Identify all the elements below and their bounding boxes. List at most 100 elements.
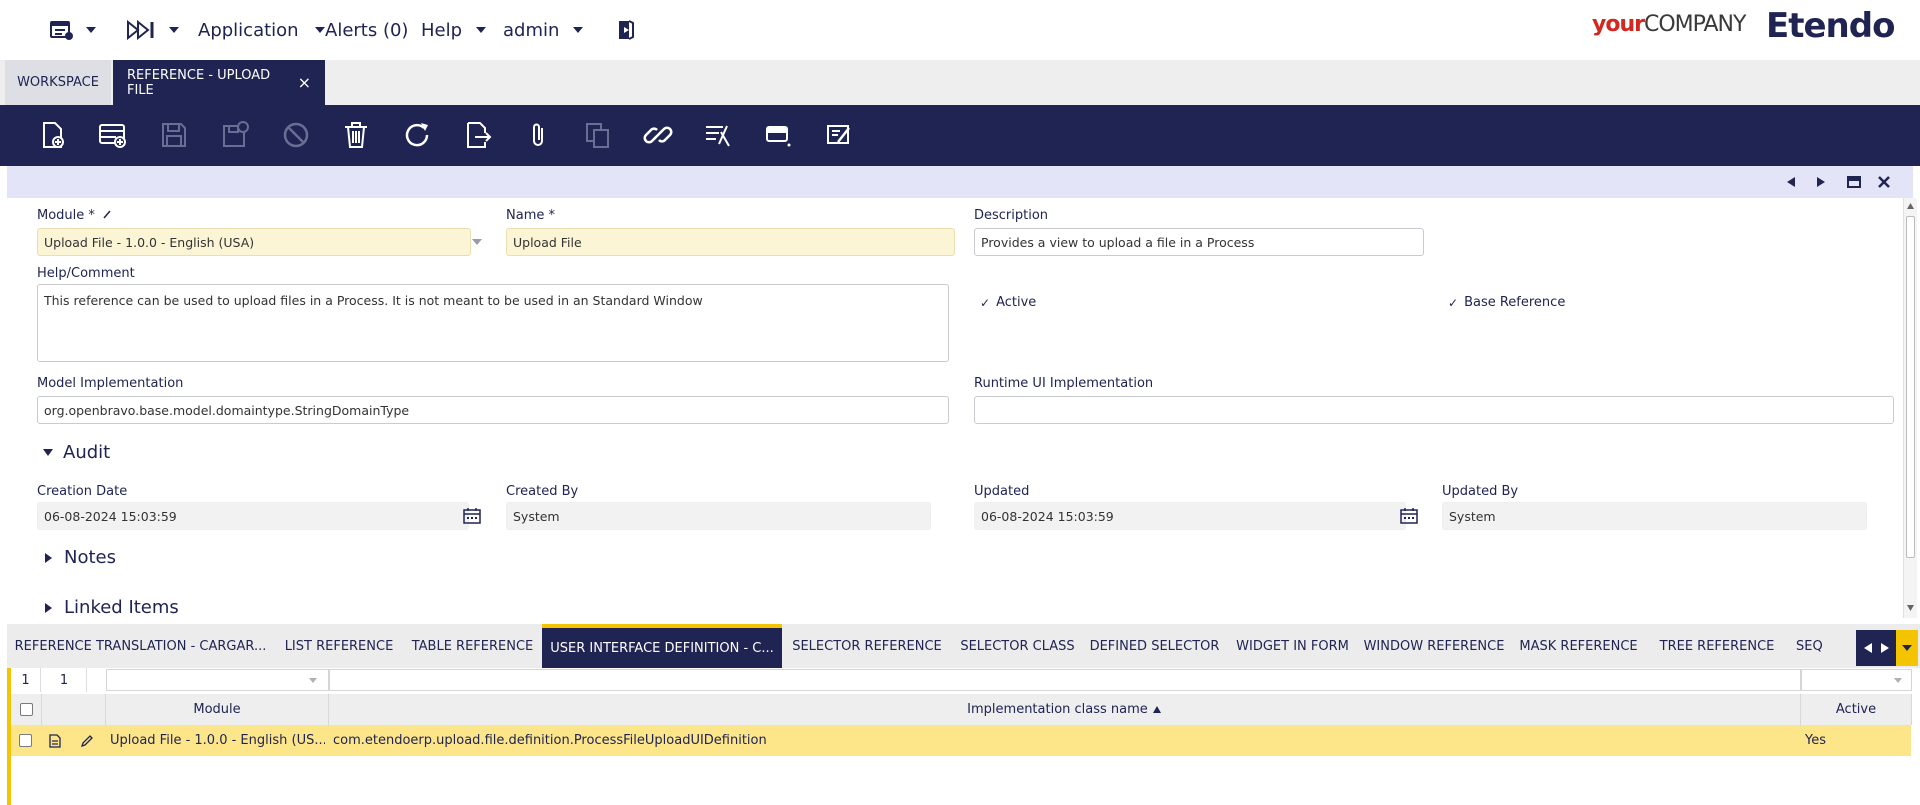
save-button[interactable] <box>156 117 192 153</box>
tab-scroll-buttons <box>1856 630 1896 666</box>
column-header-module[interactable]: Module <box>106 694 329 725</box>
scroll-tabs-right-icon[interactable] <box>1880 642 1890 654</box>
tab-selector-class[interactable]: SELECTOR CLASS <box>952 624 1083 668</box>
notes-section-header[interactable]: Notes <box>45 547 116 568</box>
base-reference-label: Base Reference <box>1464 295 1566 310</box>
audit-section-header[interactable]: Audit <box>43 442 110 463</box>
audit-trail-button[interactable] <box>700 117 736 153</box>
tab-widget-in-form[interactable]: WIDGET IN FORM <box>1226 624 1359 668</box>
help-menu[interactable]: Help <box>421 0 487 60</box>
sort-ascending-icon <box>1152 706 1161 713</box>
tab-mask-reference[interactable]: MASK REFERENCE <box>1509 624 1648 668</box>
tab-workspace[interactable]: WORKSPACE <box>5 60 111 105</box>
application-menu-label: Application <box>198 19 299 41</box>
tab-menu-button[interactable] <box>1896 630 1918 666</box>
updated-by-label: Updated By <box>1442 484 1519 499</box>
description-field[interactable]: Provides a view to upload a file in a Pr… <box>974 228 1424 256</box>
undo-button[interactable] <box>278 117 314 153</box>
logout-icon <box>619 20 634 40</box>
link-button[interactable] <box>640 117 676 153</box>
updated-label: Updated <box>974 484 1030 499</box>
new-document-button[interactable] <box>34 117 70 153</box>
row-checkbox[interactable] <box>19 734 32 747</box>
runtime-ui-field[interactable] <box>974 396 1894 424</box>
column-header-implementation[interactable]: Implementation class name <box>329 694 1801 725</box>
close-icon[interactable]: × <box>298 73 311 92</box>
calendar-icon[interactable] <box>1400 507 1418 524</box>
application-menu[interactable]: Application <box>198 0 325 60</box>
chevron-down-icon[interactable] <box>471 238 483 246</box>
implementation-filter-input[interactable] <box>329 669 1801 691</box>
tab-defined-selector[interactable]: DEFINED SELECTOR <box>1083 624 1226 668</box>
tab-tree-reference[interactable]: TREE REFERENCE <box>1648 624 1786 668</box>
model-implementation-field[interactable]: org.openbravo.base.model.domaintype.Stri… <box>37 396 949 424</box>
name-field[interactable]: Upload File <box>506 228 955 256</box>
tab-sequence[interactable]: SEQ <box>1786 624 1856 668</box>
tab-window-reference[interactable]: WINDOW REFERENCE <box>1359 624 1509 668</box>
tab-table-reference[interactable]: TABLE REFERENCE <box>404 624 541 668</box>
tab-user-interface-definition[interactable]: USER INTERFACE DEFINITION - C... <box>542 624 782 668</box>
base-reference-checkbox[interactable]: ✓ Base Reference <box>1448 295 1565 310</box>
row-actions-header <box>42 694 106 725</box>
active-checkbox[interactable]: ✓ Active <box>980 295 1036 310</box>
child-tab-navigation <box>1856 630 1918 666</box>
form-scrollbar[interactable] <box>1903 198 1917 618</box>
module-field[interactable]: Upload File - 1.0.0 - English (USA) <box>37 228 471 256</box>
copy-icon <box>586 123 609 148</box>
refresh-button[interactable] <box>399 117 435 153</box>
paperclip-icon <box>533 123 543 146</box>
next-record-icon[interactable] <box>1815 176 1827 188</box>
scroll-tabs-left-icon[interactable] <box>1863 642 1873 654</box>
chevron-down-icon[interactable] <box>1893 677 1903 684</box>
created-by-field[interactable]: System <box>506 502 931 530</box>
module-filter-input[interactable] <box>106 669 329 691</box>
calendar-icon[interactable] <box>463 507 481 524</box>
quick-create-menu[interactable] <box>127 0 179 60</box>
notes-button[interactable] <box>821 117 857 153</box>
logout-button[interactable] <box>615 0 639 60</box>
scroll-up-icon[interactable] <box>1906 202 1915 210</box>
maximize-icon[interactable] <box>1847 175 1861 189</box>
tab-reference-translation[interactable]: REFERENCE TRANSLATION - CARGAR... <box>7 624 274 668</box>
main-toolbar <box>0 105 1920 166</box>
new-row-button[interactable] <box>95 117 131 153</box>
edit-pencil-icon[interactable] <box>80 734 94 748</box>
attach-button[interactable] <box>520 117 556 153</box>
column-header-active[interactable]: Active <box>1801 694 1912 725</box>
user-menu[interactable]: admin <box>503 0 584 60</box>
form-navigation-bar <box>7 166 1913 198</box>
scrollbar-thumb[interactable] <box>1906 216 1915 558</box>
tab-list-reference[interactable]: LIST REFERENCE <box>274 624 404 668</box>
checkmark-icon: ✓ <box>980 295 991 310</box>
scroll-down-icon[interactable] <box>1906 604 1915 612</box>
form-view-icon <box>766 126 791 147</box>
updated-field[interactable]: 06-08-2024 15:03:59 <box>974 502 1406 530</box>
company-logo: yourCOMPANY <box>1592 12 1746 37</box>
linked-items-section-header[interactable]: Linked Items <box>45 597 179 618</box>
clone-button[interactable] <box>580 117 616 153</box>
creation-date-label: Creation Date <box>37 484 128 499</box>
table-row[interactable]: Upload File - 1.0.0 - English (US... com… <box>11 725 1911 756</box>
notes-icon <box>827 125 850 144</box>
chevron-down-icon[interactable] <box>308 677 318 684</box>
updated-by-field[interactable]: System <box>1442 502 1867 530</box>
document-icon[interactable] <box>49 734 61 748</box>
export-button[interactable] <box>460 117 496 153</box>
tab-reference-upload-file[interactable]: REFERENCE - UPLOAD FILE × <box>113 60 325 105</box>
delete-button[interactable] <box>338 117 374 153</box>
alerts-link[interactable]: Alerts (0) <box>325 0 408 60</box>
tab-selector-reference[interactable]: SELECTOR REFERENCE <box>782 624 952 668</box>
quick-launch-menu[interactable] <box>50 0 96 60</box>
select-all-header <box>11 694 42 725</box>
cancel-icon <box>283 122 309 148</box>
row-count: 1 <box>11 668 41 692</box>
close-form-icon[interactable] <box>1877 175 1891 189</box>
select-all-checkbox[interactable] <box>19 703 33 716</box>
help-comment-field[interactable]: This reference can be used to upload fil… <box>37 284 949 362</box>
previous-record-icon[interactable] <box>1785 176 1797 188</box>
active-label: Active <box>996 295 1037 310</box>
toggle-view-button[interactable] <box>760 117 796 153</box>
creation-date-field[interactable]: 06-08-2024 15:03:59 <box>37 502 469 530</box>
trash-icon <box>345 122 367 148</box>
save-close-button[interactable] <box>217 117 253 153</box>
